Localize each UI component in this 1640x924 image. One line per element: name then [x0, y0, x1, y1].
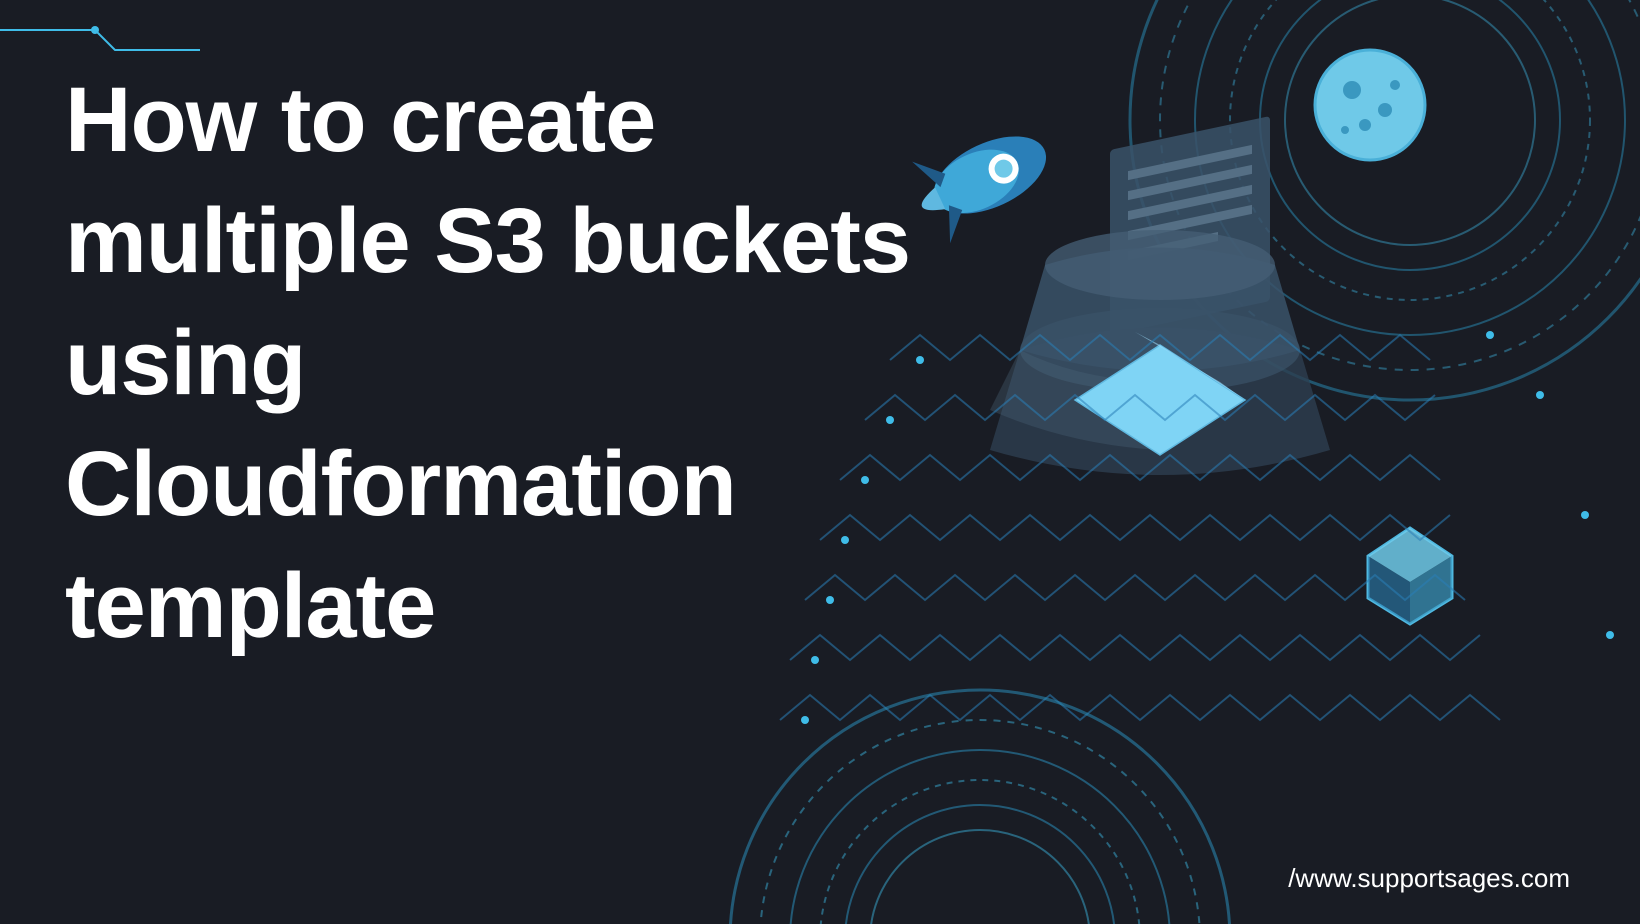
- hero-illustration: [690, 0, 1640, 924]
- small-cube-icon: [1368, 528, 1452, 624]
- planet-icon: [1315, 50, 1425, 160]
- rocket-icon: [903, 109, 1063, 248]
